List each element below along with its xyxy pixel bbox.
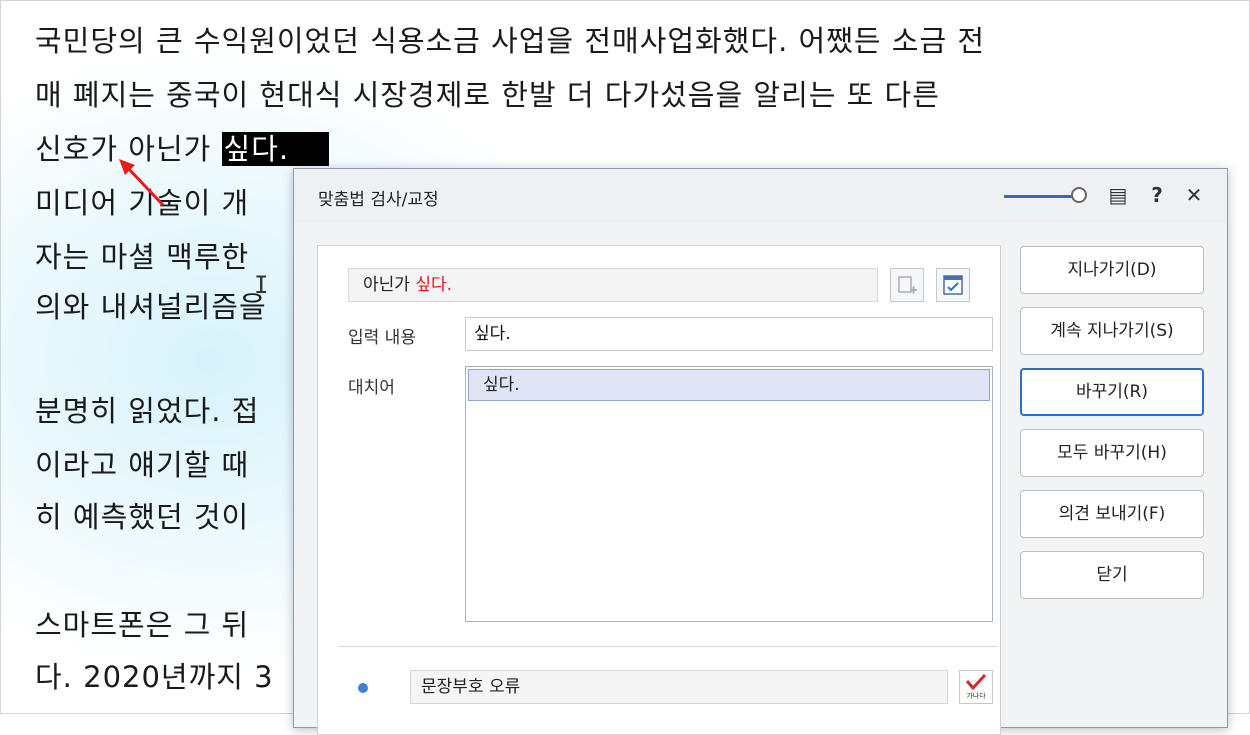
transparency-slider-knob[interactable] bbox=[1071, 187, 1087, 203]
skip-all-button[interactable]: 계속 지나가기(S) bbox=[1020, 307, 1204, 355]
doc-line: 매 폐지는 중국이 현대식 시장경제로 한발 더 다가섰음을 알리는 또 다른 bbox=[35, 75, 940, 115]
notes-icon[interactable]: ▤ bbox=[1106, 183, 1130, 207]
suggestions-label: 대치어 bbox=[348, 378, 395, 398]
spell-check-icon[interactable]: 가나다 bbox=[959, 670, 993, 704]
divider bbox=[338, 646, 998, 647]
check-icon-caption: 가나다 bbox=[966, 691, 986, 700]
replace-all-button[interactable]: 모두 바꾸기(H) bbox=[1020, 429, 1204, 477]
close-icon[interactable]: ✕ bbox=[1182, 183, 1206, 207]
spell-check-dialog: 맞춤법 검사/교정 ▤ ? ✕ 아닌가 싶다. 입력 내용 싶다. 대치어 싶다… bbox=[293, 168, 1228, 735]
dialog-title: 맞춤법 검사/교정 bbox=[318, 190, 439, 210]
replace-button[interactable]: 바꾸기(R) bbox=[1020, 368, 1204, 416]
doc-line: 자는 마셜 맥루한 bbox=[35, 240, 250, 274]
send-feedback-button[interactable]: 의견 보내기(F) bbox=[1020, 490, 1204, 538]
doc-line-with-selection: 신호가 아닌가 싶다. bbox=[35, 129, 330, 169]
doc-line: 분명히 읽었다. 접 bbox=[35, 394, 260, 428]
doc-line: 다. 2020년까지 3 bbox=[35, 660, 274, 694]
doc-line: 히 예측했던 것이 bbox=[35, 500, 250, 534]
text-cursor-icon: I bbox=[254, 271, 269, 299]
doc-line: 국민당의 큰 수익원이었던 식용소금 사업을 전매사업화했다. 어쨌든 소금 전 bbox=[35, 24, 986, 58]
selected-text[interactable]: 싶다. bbox=[221, 132, 330, 166]
transparency-slider-track[interactable] bbox=[1004, 195, 1072, 198]
doc-line: 스마트폰은 그 뒤 bbox=[35, 608, 250, 642]
check-panel: 아닌가 싶다. 입력 내용 싶다. 대치어 싶다. 문장부호 오류 가나다 bbox=[317, 245, 1001, 735]
list-item[interactable]: 싶다. bbox=[468, 369, 990, 401]
error-sentence: 아닌가 싶다. bbox=[348, 268, 878, 302]
input-label: 입력 내용 bbox=[348, 328, 416, 348]
red-arrow-annotation bbox=[119, 159, 165, 207]
input-content-field[interactable]: 싶다. bbox=[465, 317, 993, 351]
suggestions-list[interactable]: 싶다. bbox=[465, 366, 993, 622]
skip-button[interactable]: 지나가기(D) bbox=[1020, 246, 1204, 294]
close-button[interactable]: 닫기 bbox=[1020, 551, 1204, 599]
add-word-icon[interactable] bbox=[890, 268, 924, 302]
dictionary-icon[interactable] bbox=[936, 268, 970, 302]
sentence-prefix: 아닌가 bbox=[363, 275, 416, 295]
doc-line: 의와 내셔널리즘을 bbox=[35, 290, 267, 324]
doc-line-text: 매 폐지는 중국이 현대식 시장경제로 한발 더 다가섰음을 알리는 또 다른 bbox=[35, 78, 940, 112]
doc-line: 이라고 얘기할 때 bbox=[35, 448, 250, 482]
error-type-bullet-icon bbox=[358, 683, 368, 693]
dialog-titlebar[interactable]: 맞춤법 검사/교정 ▤ ? ✕ bbox=[294, 169, 1227, 223]
sentence-error-word: 싶다. bbox=[415, 275, 453, 295]
error-type-field: 문장부호 오류 bbox=[410, 670, 948, 704]
help-icon[interactable]: ? bbox=[1145, 183, 1169, 207]
